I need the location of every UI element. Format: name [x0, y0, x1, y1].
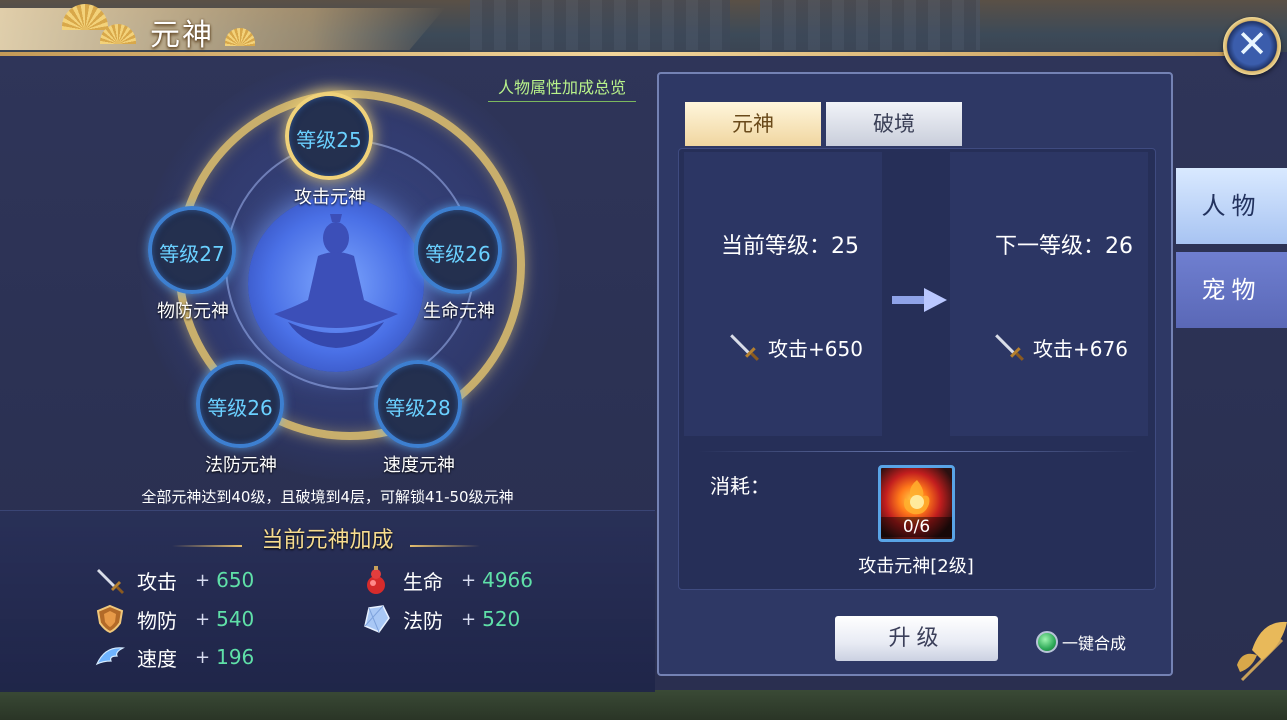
- tab-spirit[interactable]: 元神: [685, 102, 821, 146]
- stat-label: 生命: [403, 569, 443, 594]
- close-icon: ✕: [1236, 22, 1268, 66]
- stat-value: 650: [216, 568, 255, 592]
- shield-icon: [96, 604, 124, 634]
- node-name: 物防元神: [157, 301, 229, 322]
- current-attack: 攻击+650: [768, 337, 863, 361]
- sword-icon: [995, 334, 1024, 361]
- stat-speed: 速度 + 196: [95, 640, 254, 674]
- wing-icon: [95, 647, 125, 666]
- background-roof: [760, 0, 980, 50]
- page-title: 元神: [150, 18, 214, 53]
- attribute-overview-link[interactable]: 人物属性加成总览: [488, 76, 636, 102]
- next-level-column: [950, 152, 1148, 436]
- next-level: 下一等级：26: [995, 234, 1133, 259]
- stat-magic-defense: 法防 + 520: [361, 602, 520, 636]
- spirit-core: [248, 196, 424, 372]
- stat-plus: +: [195, 608, 211, 630]
- bonus-title: 当前元神加成: [261, 528, 394, 553]
- stat-value: 540: [216, 607, 255, 631]
- stat-label: 攻击: [137, 569, 177, 594]
- one-key-synthesize-toggle[interactable]: 一键合成: [1036, 630, 1126, 654]
- checkbox-icon[interactable]: [1036, 631, 1058, 653]
- stat-plus: +: [461, 569, 477, 591]
- spirit-node-speed[interactable]: 等级28: [374, 360, 462, 448]
- node-name: 生命元神: [423, 301, 495, 322]
- meditating-figure-icon: [274, 214, 398, 348]
- background-ground: [0, 690, 1287, 720]
- item-name: 攻击元神[2级]: [858, 556, 974, 577]
- gourd-icon: [367, 566, 385, 594]
- stat-value: 520: [482, 607, 521, 631]
- background-roof: [470, 0, 730, 50]
- arrow-right-icon: [892, 288, 947, 312]
- stat-label: 物防: [137, 608, 177, 633]
- divider: [698, 451, 1138, 452]
- cost-item-slot[interactable]: 0/6: [878, 465, 955, 542]
- node-name: 攻击元神: [294, 187, 366, 208]
- stat-plus: +: [195, 569, 211, 591]
- current-level: 当前等级：25: [721, 234, 859, 259]
- close-button[interactable]: ✕: [1223, 17, 1281, 75]
- node-level: 等级26: [207, 396, 273, 420]
- crystal-icon: [364, 605, 390, 633]
- node-level: 等级25: [296, 128, 362, 152]
- unlock-note: 全部元神达到40级，且破境到4层，可解锁41-50级元神: [141, 488, 514, 506]
- spirit-node-physical-defense[interactable]: 等级27: [148, 206, 236, 294]
- stat-life: 生命 + 4966: [361, 563, 533, 597]
- flame-orb-icon: [904, 480, 930, 515]
- sword-icon: [97, 569, 124, 594]
- stat-label: 法防: [403, 608, 443, 633]
- stat-plus: +: [195, 646, 211, 668]
- upgrade-button[interactable]: 升级: [835, 616, 998, 661]
- tab-breakthrough[interactable]: 破境: [826, 102, 962, 146]
- current-level-column: [684, 152, 882, 436]
- stat-value: 196: [216, 645, 255, 669]
- stat-plus: +: [461, 608, 477, 630]
- sword-icon: [730, 334, 759, 361]
- spirit-node-life[interactable]: 等级26: [414, 206, 502, 294]
- next-attack: 攻击+676: [1033, 337, 1128, 361]
- spirit-node-attack[interactable]: 等级25: [285, 92, 373, 180]
- stat-label: 速度: [137, 646, 177, 671]
- stat-attack: 攻击 + 650: [95, 563, 254, 597]
- item-count: 0/6: [881, 517, 952, 537]
- side-tab-pet[interactable]: 宠物: [1176, 252, 1287, 328]
- stat-physical-defense: 物防 + 540: [95, 602, 254, 636]
- node-name: 法防元神: [205, 455, 277, 476]
- side-tab-character[interactable]: 人物: [1176, 168, 1287, 244]
- one-key-label: 一键合成: [1062, 634, 1127, 653]
- node-name: 速度元神: [383, 455, 455, 476]
- stat-value: 4966: [482, 568, 533, 592]
- node-level: 等级26: [425, 242, 491, 266]
- node-level: 等级28: [385, 396, 451, 420]
- spirit-node-magic-defense[interactable]: 等级26: [196, 360, 284, 448]
- cost-label: 消耗：: [710, 474, 770, 498]
- fan-ornament-icon: [1237, 621, 1287, 682]
- node-level: 等级27: [159, 242, 225, 266]
